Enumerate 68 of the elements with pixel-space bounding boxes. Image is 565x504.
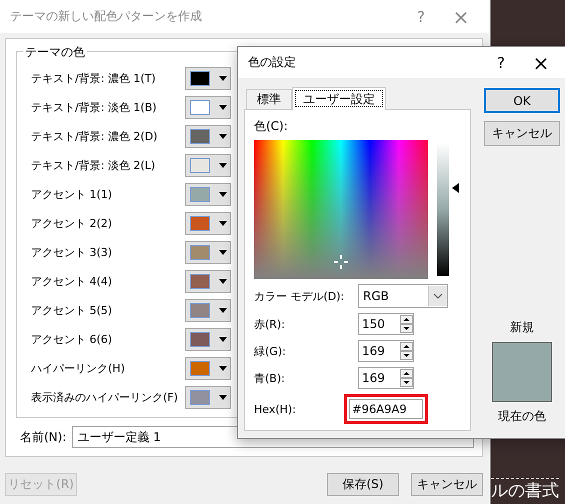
caret-icon — [219, 308, 227, 313]
color-picker-button[interactable] — [185, 357, 231, 380]
color-label: テキスト/背景: 濃色 2(D) — [31, 129, 158, 144]
caret-icon — [219, 163, 227, 168]
crosshair-icon — [334, 254, 348, 268]
caret-icon — [219, 366, 227, 371]
caret-icon — [219, 279, 227, 284]
color-picker-button[interactable] — [185, 212, 231, 235]
color-picker-button[interactable] — [185, 96, 231, 119]
caret-icon — [219, 134, 227, 139]
color-label: テキスト/背景: 濃色 1(T) — [31, 71, 156, 86]
channel-label: 緑(G): — [254, 344, 287, 358]
name-label: 名前(N): — [20, 428, 66, 446]
spin-field[interactable]: 150 — [358, 313, 414, 335]
caret-icon — [219, 337, 227, 342]
chevron-down-icon — [433, 293, 443, 299]
color-label: アクセント 4(4) — [31, 274, 112, 289]
caret-icon — [219, 105, 227, 110]
channel-label: 赤(R): — [254, 316, 286, 332]
help-button[interactable]: ? — [481, 54, 521, 72]
window-title: 色の設定 — [248, 54, 297, 71]
color-picker-button[interactable] — [185, 270, 231, 293]
color-label: 表示済みのハイパーリンク(F) — [31, 390, 178, 405]
dialog-button[interactable]: キャンセル — [411, 473, 483, 496]
color-picker-button[interactable] — [185, 328, 231, 351]
color-label: ハイパーリンク(H) — [31, 361, 125, 376]
channel-label: 青(B): — [254, 370, 286, 386]
color-picker-button[interactable] — [185, 386, 231, 409]
color-label: アクセント 6(6) — [31, 332, 112, 347]
spin-field[interactable]: 169 — [358, 367, 414, 389]
window-title: テーマの新しい配色パターンを作成 — [10, 8, 203, 25]
dialog-button[interactable]: 保存(S) — [327, 473, 399, 496]
color-model-dropdown[interactable]: RGB — [358, 284, 448, 308]
caret-icon — [219, 221, 227, 226]
color-label: アクセント 3(3) — [31, 245, 112, 260]
color-label: アクセント 5(5) — [31, 303, 112, 318]
color-picker-button[interactable] — [185, 299, 231, 322]
color-picker-button[interactable] — [185, 241, 231, 264]
spin-field[interactable]: 169 — [358, 340, 414, 362]
color-spectrum[interactable] — [254, 140, 428, 278]
new-color-label: 新規 — [510, 319, 534, 336]
color-preview — [492, 342, 552, 402]
color-label: アクセント 2(2) — [31, 216, 112, 231]
color-picker-button[interactable] — [185, 67, 231, 90]
caret-icon — [219, 395, 227, 400]
color-model-label: カラー モデル(D): — [254, 288, 346, 304]
help-button[interactable]: ? — [401, 8, 441, 26]
color-label: アクセント 1(1) — [31, 187, 112, 202]
slider-arrow-icon[interactable] — [452, 183, 459, 193]
color-picker-button[interactable] — [185, 154, 231, 177]
luminance-bar[interactable] — [437, 142, 449, 276]
ok-button[interactable]: OK — [484, 88, 560, 113]
caret-icon — [219, 250, 227, 255]
tab[interactable]: ユーザー設定 — [292, 87, 386, 110]
close-button[interactable]: × — [521, 50, 561, 74]
color-label: テキスト/背景: 淡色 2(L) — [31, 158, 156, 173]
caret-icon — [219, 192, 227, 197]
tab[interactable]: 標準 — [246, 89, 292, 109]
color-label: 色(C): — [254, 118, 289, 135]
color-label: テキスト/背景: 淡色 1(B) — [31, 100, 157, 115]
caret-icon — [219, 76, 227, 81]
color-picker-button[interactable] — [185, 125, 231, 148]
color-picker-button[interactable] — [185, 183, 231, 206]
close-button[interactable]: × — [441, 4, 481, 28]
current-color-label: 現在の色 — [498, 408, 546, 425]
hex-field[interactable]: #96A9A9 — [349, 399, 423, 419]
cancel-button[interactable]: キャンセル — [484, 121, 560, 146]
document-text: ルの書式 — [491, 478, 559, 502]
